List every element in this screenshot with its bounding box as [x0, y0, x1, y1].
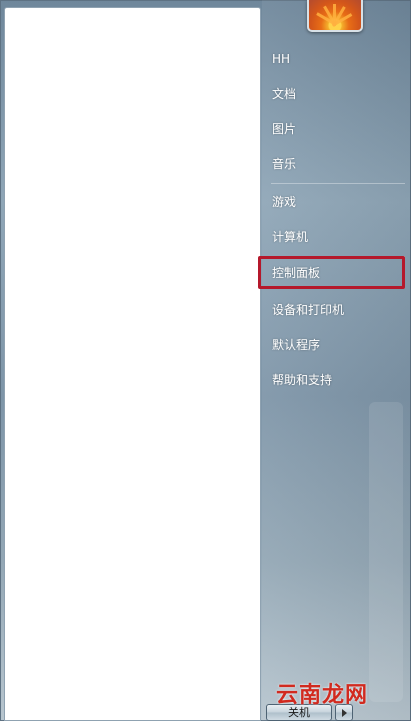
menu-item-games[interactable]: 游戏	[269, 188, 408, 216]
menu-item-devices-printers[interactable]: 设备和打印机	[269, 296, 408, 324]
menu-item-default-programs[interactable]: 默认程序	[269, 331, 408, 359]
menu-item-music[interactable]: 音乐	[269, 150, 408, 178]
menu-item-user[interactable]: HH	[269, 45, 408, 73]
menu-item-pictures[interactable]: 图片	[269, 115, 408, 143]
watermark-logo: 云南龙网	[276, 683, 369, 708]
user-avatar-icon[interactable]	[307, 0, 363, 32]
programs-pane	[4, 7, 261, 721]
chevron-right-icon	[342, 709, 347, 717]
menu-item-computer[interactable]: 计算机	[269, 223, 408, 251]
menu-separator	[271, 183, 405, 184]
menu-item-help-support[interactable]: 帮助和支持	[269, 366, 408, 394]
decorative-glow	[369, 402, 403, 702]
control-panel-highlight-box	[258, 256, 405, 289]
menu-item-documents[interactable]: 文档	[269, 80, 408, 108]
